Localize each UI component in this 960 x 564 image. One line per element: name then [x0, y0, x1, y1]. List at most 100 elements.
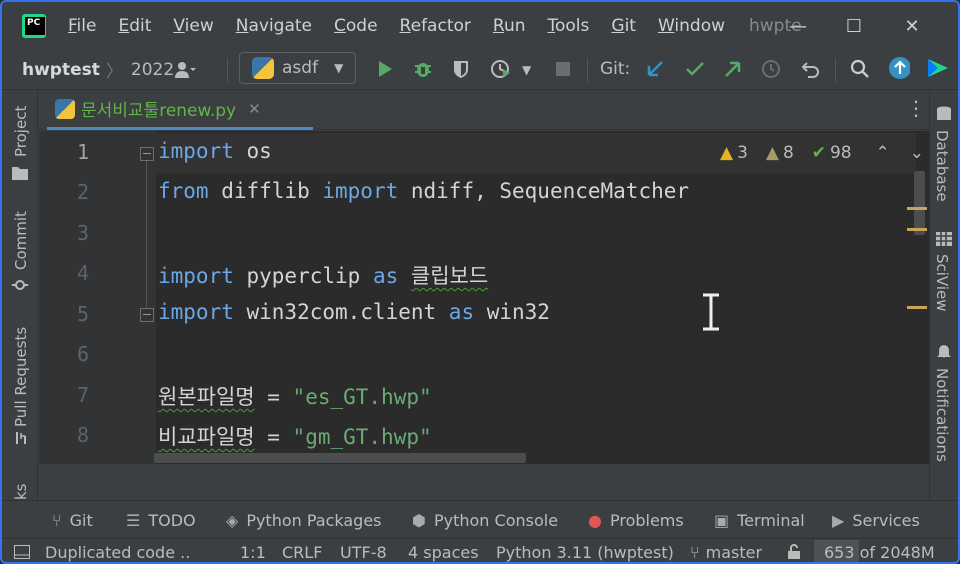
keyword: import [158, 264, 234, 288]
menu-git[interactable]: Git [611, 16, 636, 36]
git-branch-widget[interactable]: ⑂ master [690, 539, 762, 562]
menu-edit[interactable]: Edit [118, 16, 151, 36]
menu-navigate[interactable]: Navigate [236, 16, 312, 36]
python-icon: ⬢ [412, 510, 426, 530]
more-tabs-kebab-icon[interactable]: ⋮ [906, 98, 926, 118]
identifier: 원본파일명 [158, 385, 255, 409]
code-line-4: import pyperclip as 클립보드 [158, 260, 488, 290]
menu-code[interactable]: Code [334, 16, 378, 36]
breadcrumb-folder[interactable]: 2022 [131, 60, 174, 80]
line-number: 4 [76, 261, 89, 285]
code-line-5: import win32com.client as win32 [158, 300, 550, 324]
memory-indicator[interactable]: 653 of 2048M [814, 540, 954, 562]
identifier: 비교파일명 [158, 425, 255, 449]
run-configuration-select[interactable]: asdf ▼ [239, 52, 356, 84]
problems-tool-button[interactable]: ● Problems [588, 501, 684, 539]
error-stripe-marker[interactable] [907, 228, 927, 231]
services-tool-button[interactable]: ▶ Services [832, 501, 920, 539]
pull-requests-tool-button[interactable]: Pull Requests [12, 327, 30, 427]
fold-toggle-icon[interactable] [140, 147, 154, 161]
close-window-button[interactable]: ✕ [884, 2, 940, 50]
line-number: 5 [76, 302, 89, 326]
bookmarks-tool-button[interactable]: ks [12, 483, 30, 500]
main-menu: File Edit View Navigate Code Refactor Ru… [68, 16, 747, 36]
menu-file[interactable]: File [68, 16, 96, 36]
keyword: import [158, 139, 234, 163]
code-line-8: 비교파일명 = "gm_GT.hwp" [158, 421, 432, 451]
tab-filename: 문서비교툴renew.py [81, 101, 237, 121]
notifications-tool-button[interactable]: Notifications [933, 368, 951, 462]
error-stripe-marker[interactable] [907, 306, 927, 309]
stop-icon[interactable] [552, 58, 574, 80]
menu-run[interactable]: Run [493, 16, 526, 36]
python-file-icon [252, 57, 274, 79]
previous-highlight-icon[interactable]: ⌃ [876, 143, 890, 163]
editor-tab-active[interactable]: 문서비교툴renew.py ✕ [47, 90, 313, 130]
right-tool-stripe: Database SciView Notifications [929, 90, 958, 500]
python-packages-tool-button[interactable]: ◈ Python Packages [226, 501, 382, 539]
push-icon[interactable] [722, 58, 744, 80]
caret-position[interactable]: 1:1 [240, 539, 266, 562]
ide-update-icon[interactable] [888, 57, 910, 79]
run-with-coverage-icon[interactable] [450, 58, 472, 80]
line-number: 8 [76, 423, 89, 447]
code-text: = [254, 385, 293, 409]
line-number: 6 [76, 342, 89, 366]
menu-refactor[interactable]: Refactor [400, 16, 471, 36]
close-tab-icon[interactable]: ✕ [248, 100, 261, 118]
code-text: difflib [208, 179, 323, 203]
terminal-tool-button[interactable]: ▣ Terminal [714, 501, 805, 539]
file-encoding[interactable]: UTF-8 [340, 539, 387, 562]
keyword: import [158, 300, 234, 324]
commit-tool-button[interactable]: Commit [12, 211, 30, 270]
database-tool-button[interactable]: Database [933, 130, 951, 202]
commit-checkmark-icon[interactable] [684, 58, 706, 80]
code-line-2: from difflib import ndiff, SequenceMatch… [158, 179, 689, 203]
more-run-options-chevron-icon[interactable]: ▼ [522, 63, 531, 77]
horizontal-scrollbar[interactable] [154, 453, 526, 463]
update-project-icon[interactable] [644, 58, 666, 80]
typo-checkmark-icon: ✔ [811, 143, 826, 163]
project-tool-button[interactable]: Project [12, 106, 30, 157]
indentation[interactable]: 4 spaces [408, 539, 479, 562]
fold-toggle-icon[interactable] [140, 308, 154, 322]
run-icon[interactable] [374, 58, 396, 80]
rollback-icon[interactable] [800, 58, 822, 80]
history-icon[interactable] [760, 58, 782, 80]
tool-label: Problems [609, 510, 684, 530]
vertical-scrollbar[interactable] [914, 171, 925, 235]
debug-icon[interactable] [412, 58, 434, 80]
line-number: 1 [76, 140, 89, 164]
code-text: win32com.client [233, 300, 449, 324]
next-highlight-icon[interactable]: ⌄ [910, 143, 924, 163]
minimize-button[interactable]: — [770, 2, 826, 50]
menu-view[interactable]: View [173, 16, 213, 36]
toolbox-logo-icon[interactable] [926, 57, 948, 79]
todo-tool-button[interactable]: ☰ TODO [126, 501, 196, 539]
code-text: os [233, 139, 272, 163]
maximize-button[interactable]: ☐ [826, 2, 882, 50]
status-message[interactable]: Duplicated code .. [45, 539, 190, 562]
error-stripe-marker[interactable] [907, 207, 927, 210]
error-icon: ● [588, 510, 602, 530]
lock-icon[interactable] [786, 544, 802, 560]
menu-tools[interactable]: Tools [548, 16, 590, 36]
python-interpreter[interactable]: Python 3.11 (hwptest) [496, 539, 674, 562]
inspection-widget[interactable]: ▲ 3 ▲ 8 ✔ 98 ⌃ ⌄ [720, 136, 928, 170]
git-tool-button[interactable]: ⑂ Git [52, 501, 93, 539]
sciview-tool-button[interactable]: SciView [933, 254, 951, 312]
menu-window[interactable]: Window [658, 16, 725, 36]
status-message-icon[interactable] [14, 545, 30, 559]
code-text: ndiff, SequenceMatcher [398, 179, 690, 203]
user-icon[interactable] [174, 59, 196, 81]
pycharm-logo-icon[interactable] [22, 14, 46, 38]
profile-icon[interactable] [490, 58, 512, 80]
code-editor[interactable]: 1 2 3 4 5 6 7 8 import os from difflib i… [39, 131, 929, 464]
line-separator[interactable]: CRLF [282, 539, 322, 562]
breadcrumb-project[interactable]: hwptest [22, 60, 100, 80]
python-console-tool-button[interactable]: ⬢ Python Console [412, 501, 558, 539]
tool-label: Git [69, 510, 93, 530]
tool-label: TODO [148, 510, 196, 530]
memory-text: 653 of 2048M [824, 542, 935, 562]
search-icon[interactable] [849, 58, 871, 80]
